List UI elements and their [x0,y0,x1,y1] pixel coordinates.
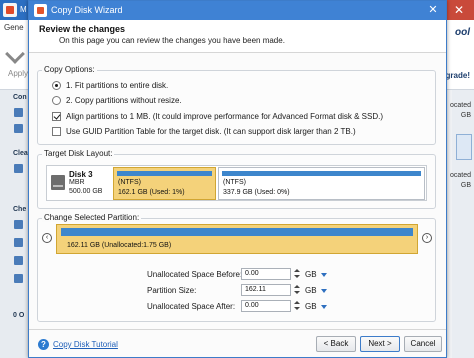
partition-filesystem: (NTFS) [223,179,246,186]
option-label: Use GUID Partition Table for the target … [66,127,356,136]
chevron-down-icon[interactable] [321,289,327,293]
right-panel-text: GB [460,182,471,189]
page-subtitle: On this page you can review the changes … [59,36,285,45]
hard-disk-icon [51,175,65,190]
app-logo-icon [3,3,17,17]
left-panel-icon[interactable] [14,238,23,247]
cancel-button[interactable]: Cancel [404,336,442,352]
right-panel-text: ocated [449,172,471,179]
right-panel-text: GB [460,112,471,119]
spin-down-icon[interactable] [294,307,300,310]
chevron-down-icon[interactable] [321,273,327,277]
partition-filesystem: (NTFS) [118,179,141,186]
fit-partitions-radio[interactable] [52,81,61,90]
help-icon[interactable]: ? [38,339,49,350]
dialog-titlebar: Copy Disk Wizard ✕ [29,1,446,20]
left-panel-icon[interactable] [14,220,23,229]
left-panel-icon[interactable] [14,256,23,265]
tab-general[interactable]: Gene [4,23,24,32]
target-disk-layout-group: Target Disk Layout: Disk 3 MBR 500.00 GB… [37,149,436,209]
copy-options-group: Copy Options: 1. Fit partitions to entir… [37,65,436,145]
spin-down-icon[interactable] [294,275,300,278]
left-section-label: Che [13,206,27,213]
background-right-panel: ocated GB ocated GB [449,90,474,358]
close-icon[interactable]: ✕ [420,1,446,20]
unallocated-after-unit[interactable]: GB [305,302,317,311]
option-label: Align partitions to 1 MB. (It could impr… [66,112,384,121]
scroll-left-button[interactable]: ‹ [42,233,52,243]
copy-disk-tutorial-link[interactable]: Copy Disk Tutorial [53,340,118,349]
option-fit-partitions[interactable]: 1. Fit partitions to entire disk. [52,80,168,91]
disk-info[interactable]: Disk 3 MBR 500.00 GB [47,166,113,200]
option-copy-without-resize[interactable]: 2. Copy partitions without resize. [52,95,182,106]
partition-size-input[interactable]: 162.11 [241,284,291,296]
left-panel-icon[interactable] [14,274,23,283]
spin-up-icon[interactable] [294,285,300,288]
option-label: 2. Copy partitions without resize. [66,96,182,105]
unallocated-after-input[interactable]: 0.00 [241,300,291,312]
background-app-title: M [20,5,27,14]
partition-size-spinner[interactable] [293,284,301,296]
partition-resize-handle[interactable]: 162.11 GB (Unallocated:1.75 GB) [56,224,418,254]
option-align-1mb[interactable]: Align partitions to 1 MB. (It could impr… [52,111,383,122]
change-partition-group: Change Selected Partition: ‹ 162.11 GB (… [37,213,436,322]
spin-up-icon[interactable] [294,269,300,272]
left-panel-icon[interactable] [14,164,23,173]
copy-without-resize-radio[interactable] [52,96,61,105]
unallocated-before-spinner[interactable] [293,268,301,280]
background-left-panel: Con Clea Che 0 O [0,90,28,358]
scroll-right-button[interactable]: › [422,233,432,243]
unallocated-after-label: Unallocated Space After: [147,302,236,311]
option-label: 1. Fit partitions to entire disk. [66,81,169,90]
page-title: Review the changes [39,24,126,34]
align-1mb-checkbox[interactable] [52,112,61,121]
partition-usage: 162.1 GB (Used: 1%) [118,189,185,196]
left-panel-icon[interactable] [14,108,23,117]
partition-block-selected[interactable]: (NTFS) 162.1 GB (Used: 1%) [113,167,216,200]
copy-options-title: Copy Options: [42,65,97,74]
disk-name: Disk 3 [69,170,93,179]
next-button[interactable]: Next > [360,336,400,352]
disk-size: 500.00 GB [69,188,103,195]
left-section-label: Clea [13,150,28,157]
partition-size-unit[interactable]: GB [305,286,317,295]
header-divider [29,52,446,53]
unallocated-after-spinner[interactable] [293,300,301,312]
spin-up-icon[interactable] [294,301,300,304]
change-partition-title: Change Selected Partition: [42,213,142,222]
use-gpt-checkbox[interactable] [52,127,61,136]
dialog-header: Review the changes On this page you can … [29,20,446,52]
disk-map: Disk 3 MBR 500.00 GB (NTFS) 162.1 GB (Us… [46,165,427,201]
wizard-app-icon [34,4,47,17]
left-section-label: Con [13,94,27,101]
right-panel-text: ocated [449,102,471,109]
left-panel-icon[interactable] [14,124,23,133]
unallocated-before-input[interactable]: 0.00 [241,268,291,280]
partition-resize-label: 162.11 GB (Unallocated:1.75 GB) [67,242,172,249]
chevron-down-icon[interactable] [321,305,327,309]
partition-usage-bar [117,171,212,176]
copy-disk-wizard-dialog: Copy Disk Wizard ✕ Review the changes On… [28,0,447,358]
disk-type: MBR [69,179,85,186]
unallocated-before-label: Unallocated Space Before: [147,270,243,279]
back-button[interactable]: < Back [316,336,356,352]
background-close-icon[interactable]: ✕ [444,0,474,20]
footer-divider [29,329,446,330]
unallocated-before-unit[interactable]: GB [305,270,317,279]
partition-block[interactable]: (NTFS) 337.9 GB (Used: 0%) [218,167,425,200]
status-text: 0 O [13,312,25,319]
apply-check-icon [5,44,25,64]
partition-size-label: Partition Size: [147,286,197,295]
apply-button[interactable]: Apply [8,69,28,78]
spin-down-icon[interactable] [294,291,300,294]
brand-text: ool [455,27,470,38]
dialog-title: Copy Disk Wizard [51,5,123,15]
right-panel-partition[interactable] [456,134,472,160]
partition-resize-bar[interactable] [61,228,413,236]
target-disk-layout-title: Target Disk Layout: [42,149,115,158]
upgrade-link[interactable]: grade! [446,71,470,80]
option-use-gpt[interactable]: Use GUID Partition Table for the target … [52,126,356,137]
partition-usage-bar [222,171,421,176]
partition-usage: 337.9 GB (Used: 0%) [223,189,290,196]
